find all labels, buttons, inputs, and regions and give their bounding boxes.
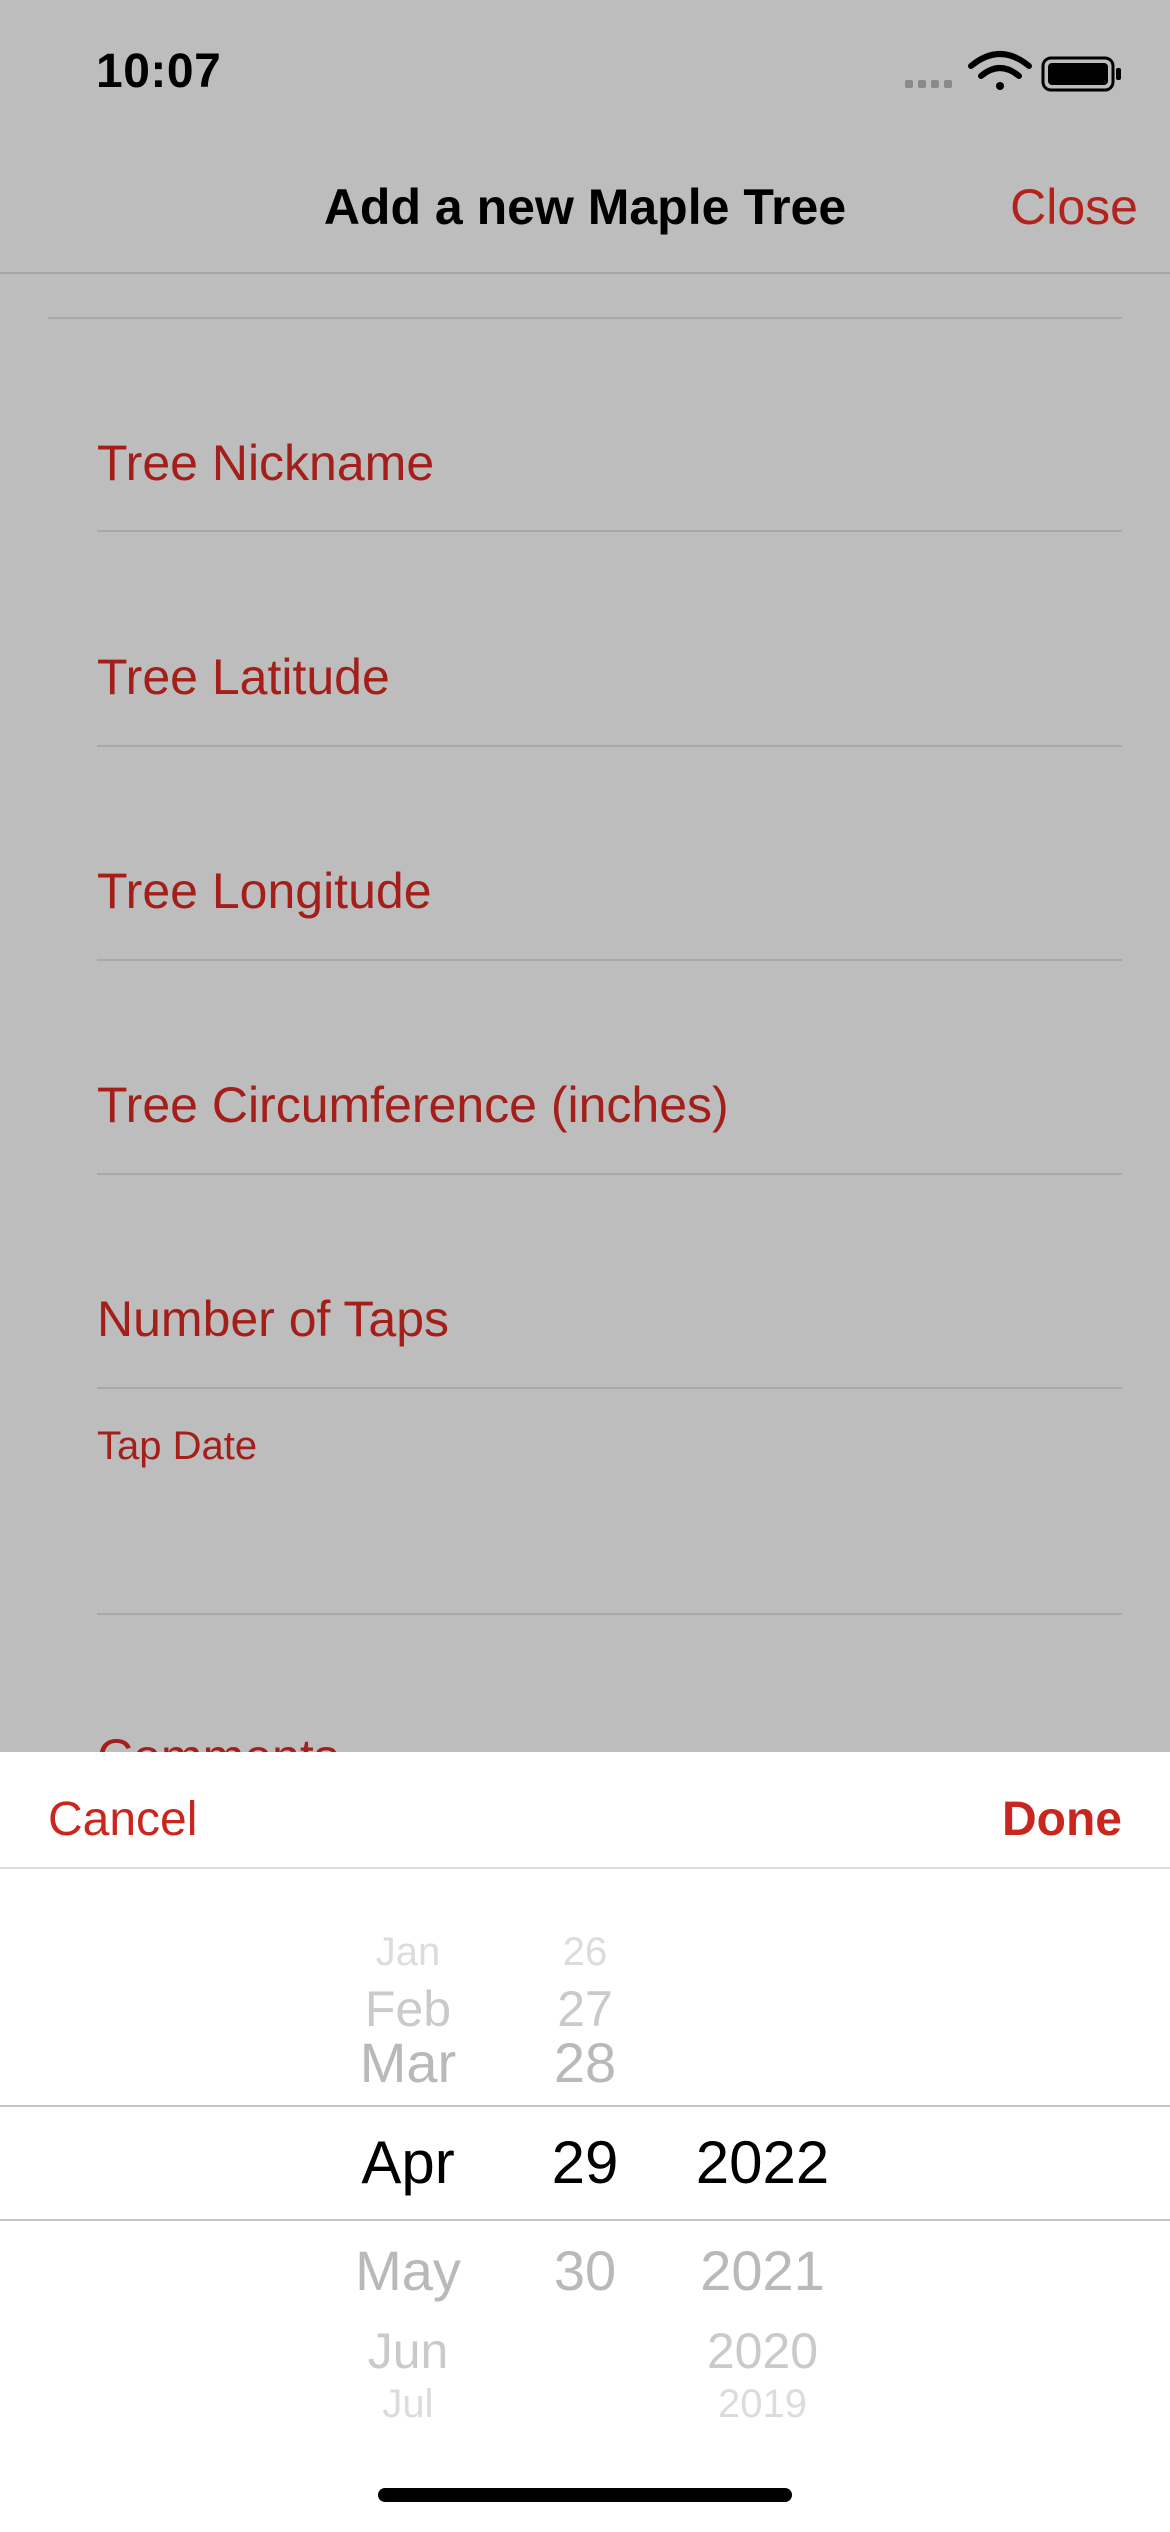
field-divider <box>97 959 1122 961</box>
tree-longitude-field[interactable]: Tree Longitude <box>97 862 432 920</box>
tree-nickname-field[interactable]: Tree Nickname <box>97 434 434 492</box>
month-option[interactable]: Mar <box>308 2030 508 2095</box>
day-option[interactable]: 28 <box>500 2030 670 2095</box>
tree-latitude-field[interactable]: Tree Latitude <box>97 648 390 706</box>
home-indicator <box>378 2488 792 2502</box>
year-option[interactable]: 2021 <box>655 2238 870 2303</box>
sheet-divider <box>0 1867 1170 1869</box>
cancel-button[interactable]: Cancel <box>48 1792 197 1847</box>
form-top-divider <box>48 317 1122 319</box>
date-picker-sheet: Cancel Done Jan Feb Mar 26 27 28 Apr 29 … <box>0 1752 1170 2532</box>
day-option[interactable]: 30 <box>500 2238 670 2303</box>
tap-date-field[interactable] <box>97 1613 1122 1615</box>
wifi-icon <box>968 51 1032 90</box>
field-divider <box>97 1387 1122 1389</box>
comments-field[interactable]: Comments <box>97 1728 339 1752</box>
selection-bottom-line <box>0 2219 1170 2221</box>
status-icons <box>905 50 1125 100</box>
tree-circumference-field[interactable]: Tree Circumference (inches) <box>97 1076 729 1134</box>
wheel-clip-bottom: May Jun Jul 30 2021 2020 2019 <box>0 2222 1170 2478</box>
tap-date-label: Tap Date <box>97 1424 258 1468</box>
year-option[interactable]: 2019 <box>655 2382 870 2427</box>
navigation-bar: Add a new Maple Tree Close <box>0 140 1170 274</box>
field-divider <box>97 530 1122 532</box>
year-option[interactable]: 2020 <box>655 2322 870 2380</box>
number-of-taps-field[interactable]: Number of Taps <box>97 1290 449 1348</box>
status-time: 10:07 <box>96 45 222 98</box>
month-option[interactable]: Jan <box>308 1930 508 1975</box>
page-title: Add a new Maple Tree <box>323 179 847 235</box>
selected-day[interactable]: 29 <box>500 2128 670 2197</box>
month-option[interactable]: Jul <box>308 2382 508 2427</box>
close-button[interactable]: Close <box>1010 178 1138 236</box>
selected-month[interactable]: Apr <box>308 2128 508 2197</box>
field-divider <box>97 745 1122 747</box>
cellular-signal-icon <box>905 80 952 88</box>
battery-icon <box>1041 56 1121 92</box>
day-option[interactable]: 26 <box>500 1930 670 1975</box>
month-option[interactable]: May <box>308 2238 508 2303</box>
status-bar: 10:07 <box>0 0 1170 140</box>
field-divider <box>97 1173 1122 1175</box>
done-button[interactable]: Done <box>1002 1792 1122 1847</box>
month-option[interactable]: Jun <box>308 2322 508 2380</box>
selected-year[interactable]: 2022 <box>655 2128 870 2197</box>
